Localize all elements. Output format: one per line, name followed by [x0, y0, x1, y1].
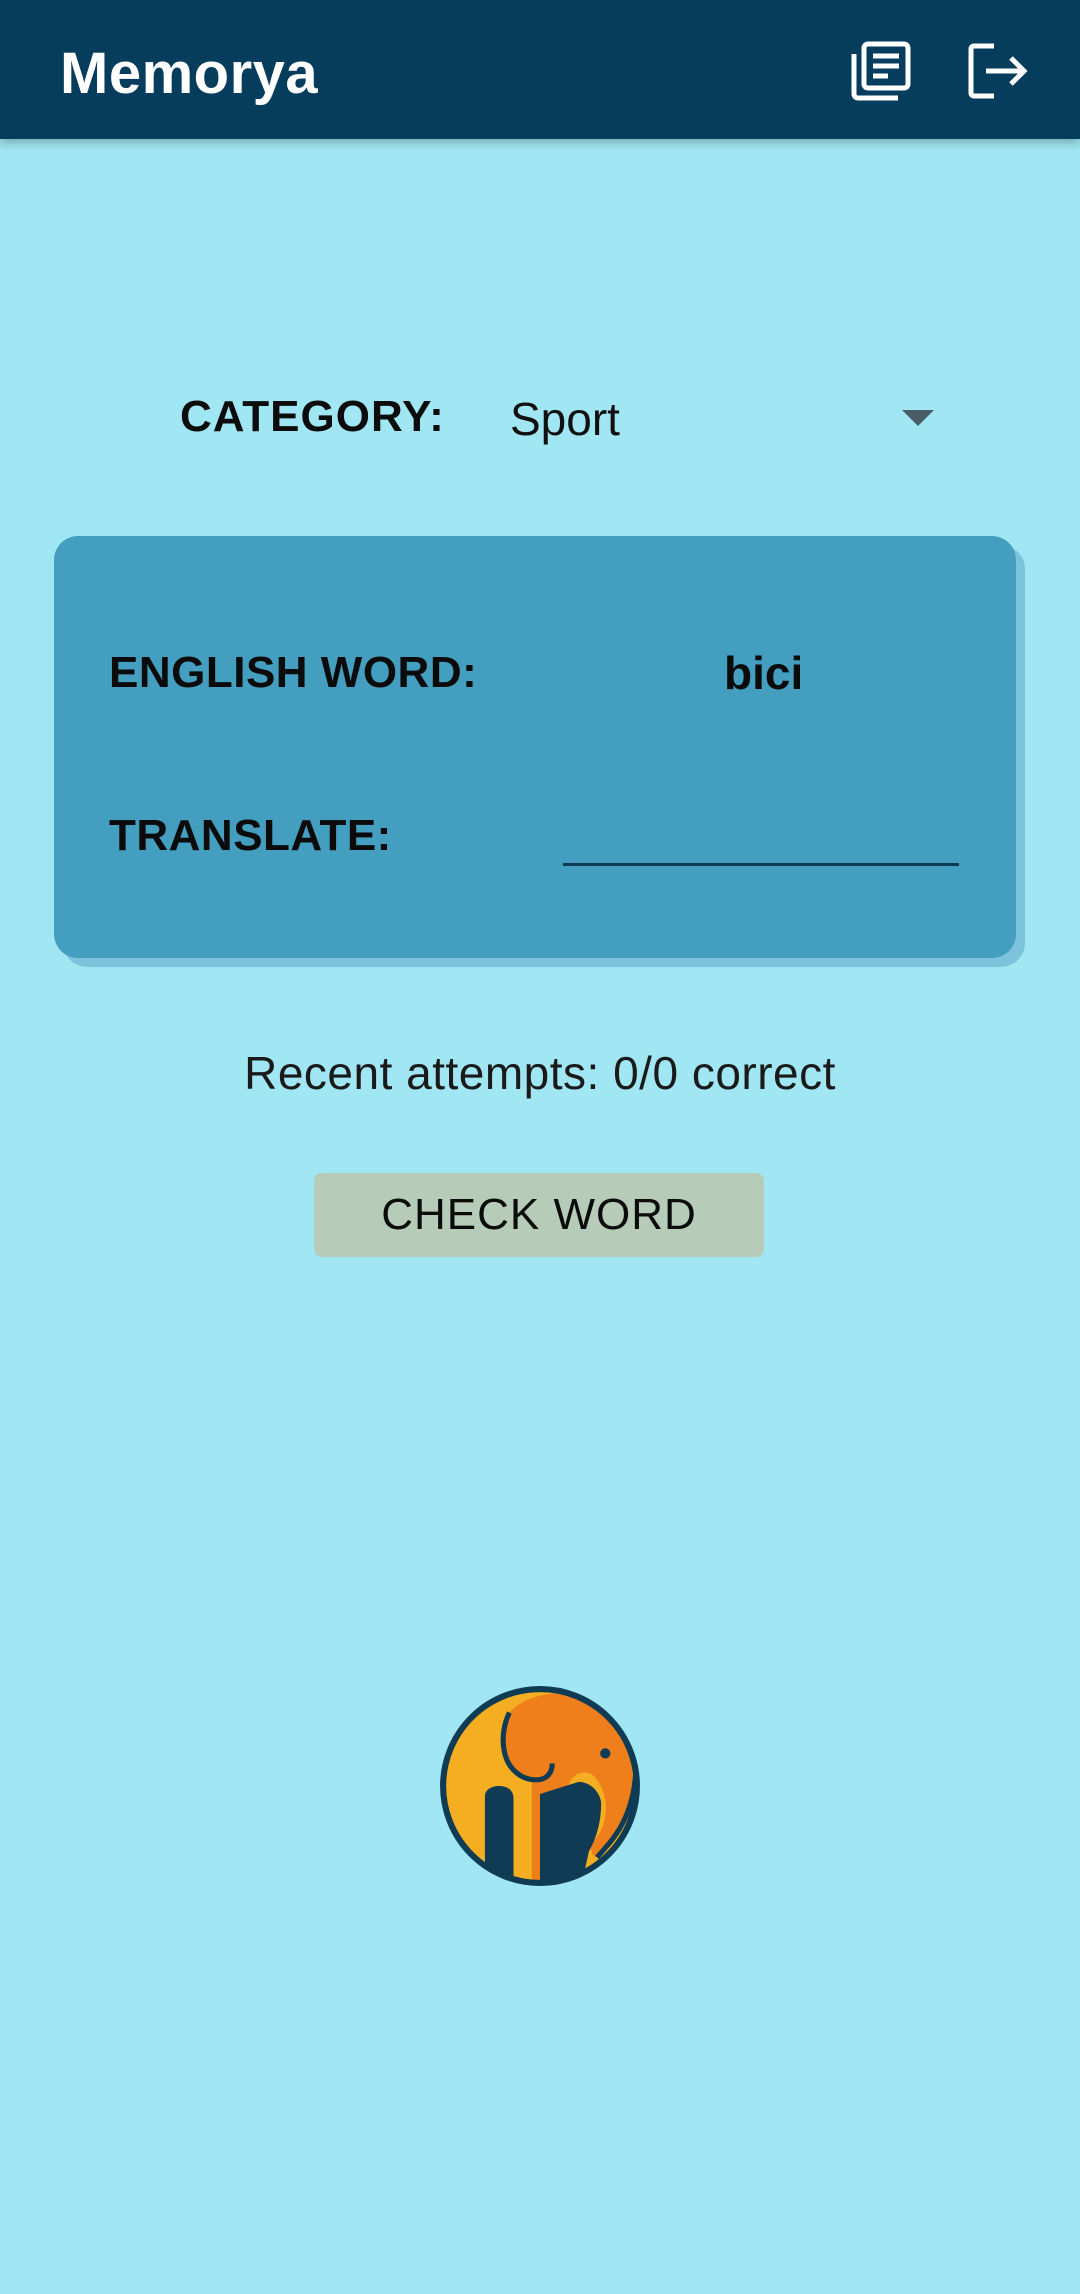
app-title: Memorya [60, 41, 319, 106]
translate-label: TRANSLATE: [109, 811, 392, 860]
dropdown-arrow-icon [902, 410, 934, 426]
translate-input[interactable] [563, 796, 959, 866]
app-bar: Memorya [0, 0, 1080, 139]
check-word-button[interactable]: CHECK WORD [314, 1173, 764, 1257]
category-selected-value: Sport [510, 393, 620, 445]
recent-attempts-text: Recent attempts: 0/0 correct [244, 1047, 836, 1099]
category-dropdown[interactable]: Sport [500, 380, 950, 460]
elephant-logo [440, 1686, 640, 1886]
english-word-value: bici [724, 647, 804, 699]
english-word-label: ENGLISH WORD: [109, 648, 478, 697]
logout-icon[interactable] [964, 38, 1030, 104]
word-list-icon[interactable] [848, 38, 914, 104]
quiz-card: ENGLISH WORD: bici TRANSLATE: [54, 536, 1016, 958]
category-label: CATEGORY: [180, 392, 445, 441]
